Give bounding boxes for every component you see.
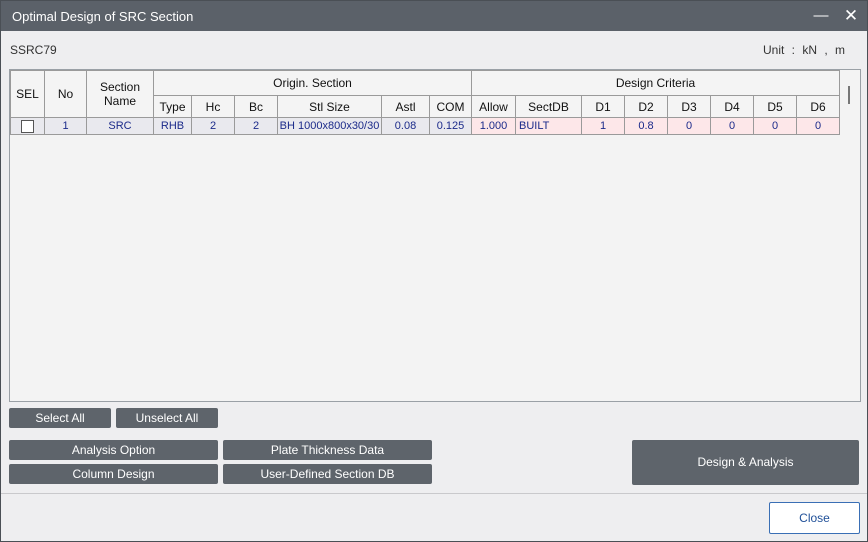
cell-astl[interactable]: 0.08 — [381, 117, 430, 135]
section-table: SEL No Section Name Origin. Section Desi… — [10, 70, 840, 135]
column-design-button[interactable]: Column Design — [9, 464, 218, 484]
cell-hc[interactable]: 2 — [191, 117, 235, 135]
design-analysis-button[interactable]: Design & Analysis — [632, 440, 859, 485]
minimize-icon[interactable]: — — [813, 3, 829, 29]
cell-allow[interactable]: 1.000 — [471, 117, 516, 135]
title-bar: Optimal Design of SRC Section — ✕ — [1, 1, 867, 31]
cell-d1[interactable]: 1 — [581, 117, 625, 135]
cell-bc[interactable]: 2 — [234, 117, 278, 135]
user-defined-section-db-button[interactable]: User-Defined Section DB — [223, 464, 432, 484]
cell-section-name[interactable]: SRC — [86, 117, 154, 135]
cell-stl-size[interactable]: BH 1000x800x30/30 — [277, 117, 382, 135]
header-sel[interactable]: SEL — [10, 70, 45, 118]
close-button[interactable]: Close — [769, 502, 860, 534]
window-title: Optimal Design of SRC Section — [12, 9, 194, 24]
cell-com[interactable]: 0.125 — [429, 117, 472, 135]
header-d4[interactable]: D4 — [710, 95, 754, 118]
vertical-scrollbar[interactable] — [848, 86, 850, 104]
cell-d4[interactable]: 0 — [710, 117, 754, 135]
row-checkbox[interactable] — [21, 119, 34, 133]
cell-type[interactable]: RHB — [153, 117, 192, 135]
header-design-criteria: Design Criteria — [471, 70, 840, 96]
table-row[interactable]: 1 SRC RHB 2 2 BH 1000x800x30/30 0.08 0.1… — [10, 117, 840, 135]
header-stl-size[interactable]: Stl Size — [277, 95, 382, 118]
header-sectdb[interactable]: SectDB — [515, 95, 582, 118]
close-icon[interactable]: ✕ — [843, 3, 859, 29]
dialog-window: Optimal Design of SRC Section — ✕ SSRC79… — [0, 0, 868, 542]
header-d2[interactable]: D2 — [624, 95, 668, 118]
cell-d5[interactable]: 0 — [753, 117, 797, 135]
header-d5[interactable]: D5 — [753, 95, 797, 118]
header-type[interactable]: Type — [153, 95, 192, 118]
header-hc[interactable]: Hc — [191, 95, 235, 118]
section-grid[interactable]: SEL No Section Name Origin. Section Desi… — [9, 69, 861, 402]
header-d6[interactable]: D6 — [796, 95, 840, 118]
cell-d6[interactable]: 0 — [796, 117, 840, 135]
footer-divider — [1, 493, 867, 494]
header-origin-section: Origin. Section — [153, 70, 472, 96]
plate-thickness-data-button[interactable]: Plate Thickness Data — [223, 440, 432, 460]
cell-sectdb[interactable]: BUILT — [515, 117, 582, 135]
header-allow[interactable]: Allow — [471, 95, 516, 118]
select-all-button[interactable]: Select All — [9, 408, 111, 428]
cell-d3[interactable]: 0 — [667, 117, 711, 135]
header-d1[interactable]: D1 — [581, 95, 625, 118]
header-section-name[interactable]: Section Name — [86, 70, 154, 118]
header-com[interactable]: COM — [429, 95, 472, 118]
unselect-all-button[interactable]: Unselect All — [116, 408, 218, 428]
analysis-option-button[interactable]: Analysis Option — [9, 440, 218, 460]
header-d3[interactable]: D3 — [667, 95, 711, 118]
cell-no[interactable]: 1 — [44, 117, 87, 135]
header-astl[interactable]: Astl — [381, 95, 430, 118]
header-no[interactable]: No — [44, 70, 87, 118]
cell-d2[interactable]: 0.8 — [624, 117, 668, 135]
row-select-cell[interactable] — [10, 117, 45, 135]
unit-label: Unit : kN , m — [762, 43, 845, 57]
header-bc[interactable]: Bc — [234, 95, 278, 118]
section-id-label: SSRC79 — [10, 43, 57, 57]
